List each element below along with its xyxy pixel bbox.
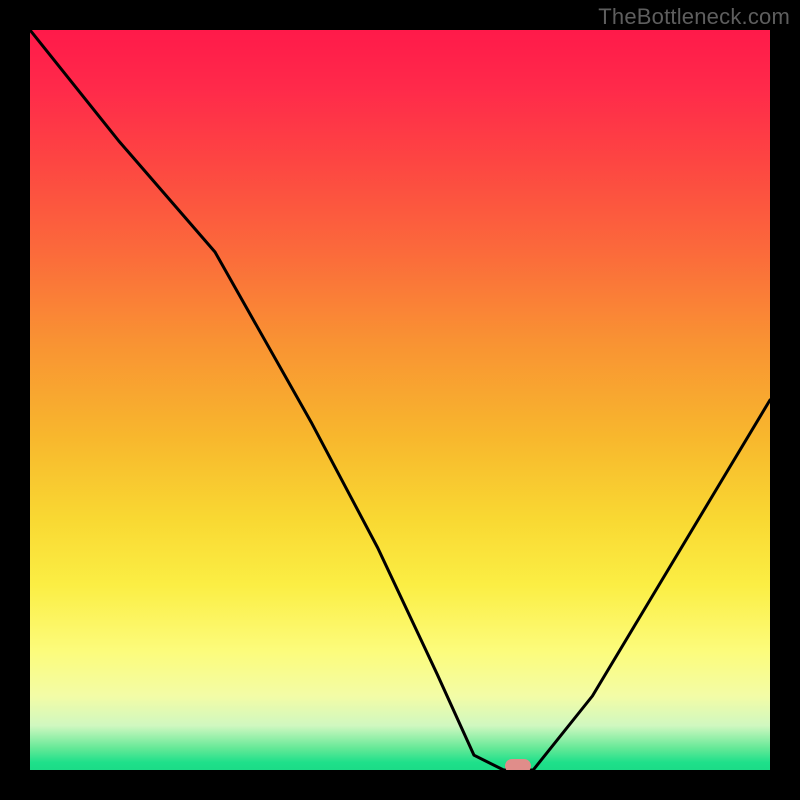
bottleneck-curve <box>30 30 770 770</box>
optimal-marker <box>505 759 531 770</box>
curve-path <box>30 30 770 770</box>
watermark-text: TheBottleneck.com <box>598 4 790 30</box>
chart-frame: TheBottleneck.com <box>0 0 800 800</box>
plot-area <box>30 30 770 770</box>
